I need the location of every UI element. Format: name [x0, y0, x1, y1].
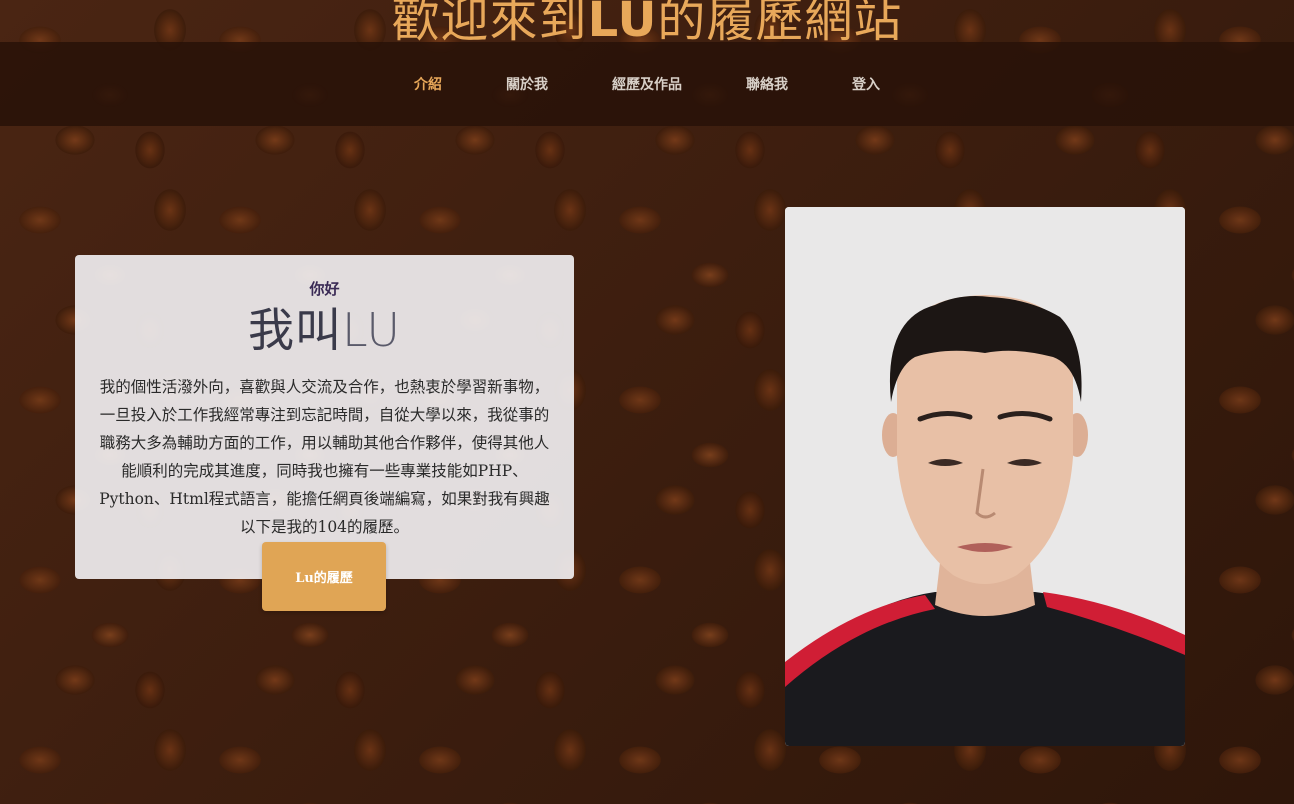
profile-photo-image — [785, 207, 1185, 746]
intro-name-prefix: 我叫 — [247, 303, 342, 357]
site-title-part2: 的履歷網站 — [657, 0, 903, 48]
nav-item-contact[interactable]: 聯絡我 — [746, 74, 788, 94]
nav-item-about[interactable]: 關於我 — [506, 74, 548, 94]
greeting: 你好 — [309, 280, 340, 298]
intro-card: 你好 我叫LU 我的個性活潑外向，喜歡與人交流及合作，也熱衷於學習新事物，一旦投… — [75, 255, 574, 579]
nav-list: 介紹 關於我 經歷及作品 聯絡我 登入 — [414, 74, 880, 94]
profile-photo — [785, 207, 1185, 746]
intro-name-value: LU — [341, 303, 401, 357]
intro-description: 我的個性活潑外向，喜歡與人交流及合作，也熱衷於學習新事物，一旦投入於工作我經常專… — [99, 378, 550, 536]
nav-item-intro[interactable]: 介紹 — [414, 74, 442, 94]
site-title-accent: LU — [587, 0, 658, 48]
intro-name: 我叫LU — [95, 301, 554, 359]
nav-item-experience[interactable]: 經歷及作品 — [612, 74, 682, 94]
navbar: 介紹 關於我 經歷及作品 聯絡我 登入 — [0, 42, 1294, 126]
site-title-part1: 歡迎來到 — [391, 0, 588, 48]
resume-button[interactable]: Lu的履歷 — [262, 542, 386, 611]
nav-item-login[interactable]: 登入 — [852, 74, 880, 94]
